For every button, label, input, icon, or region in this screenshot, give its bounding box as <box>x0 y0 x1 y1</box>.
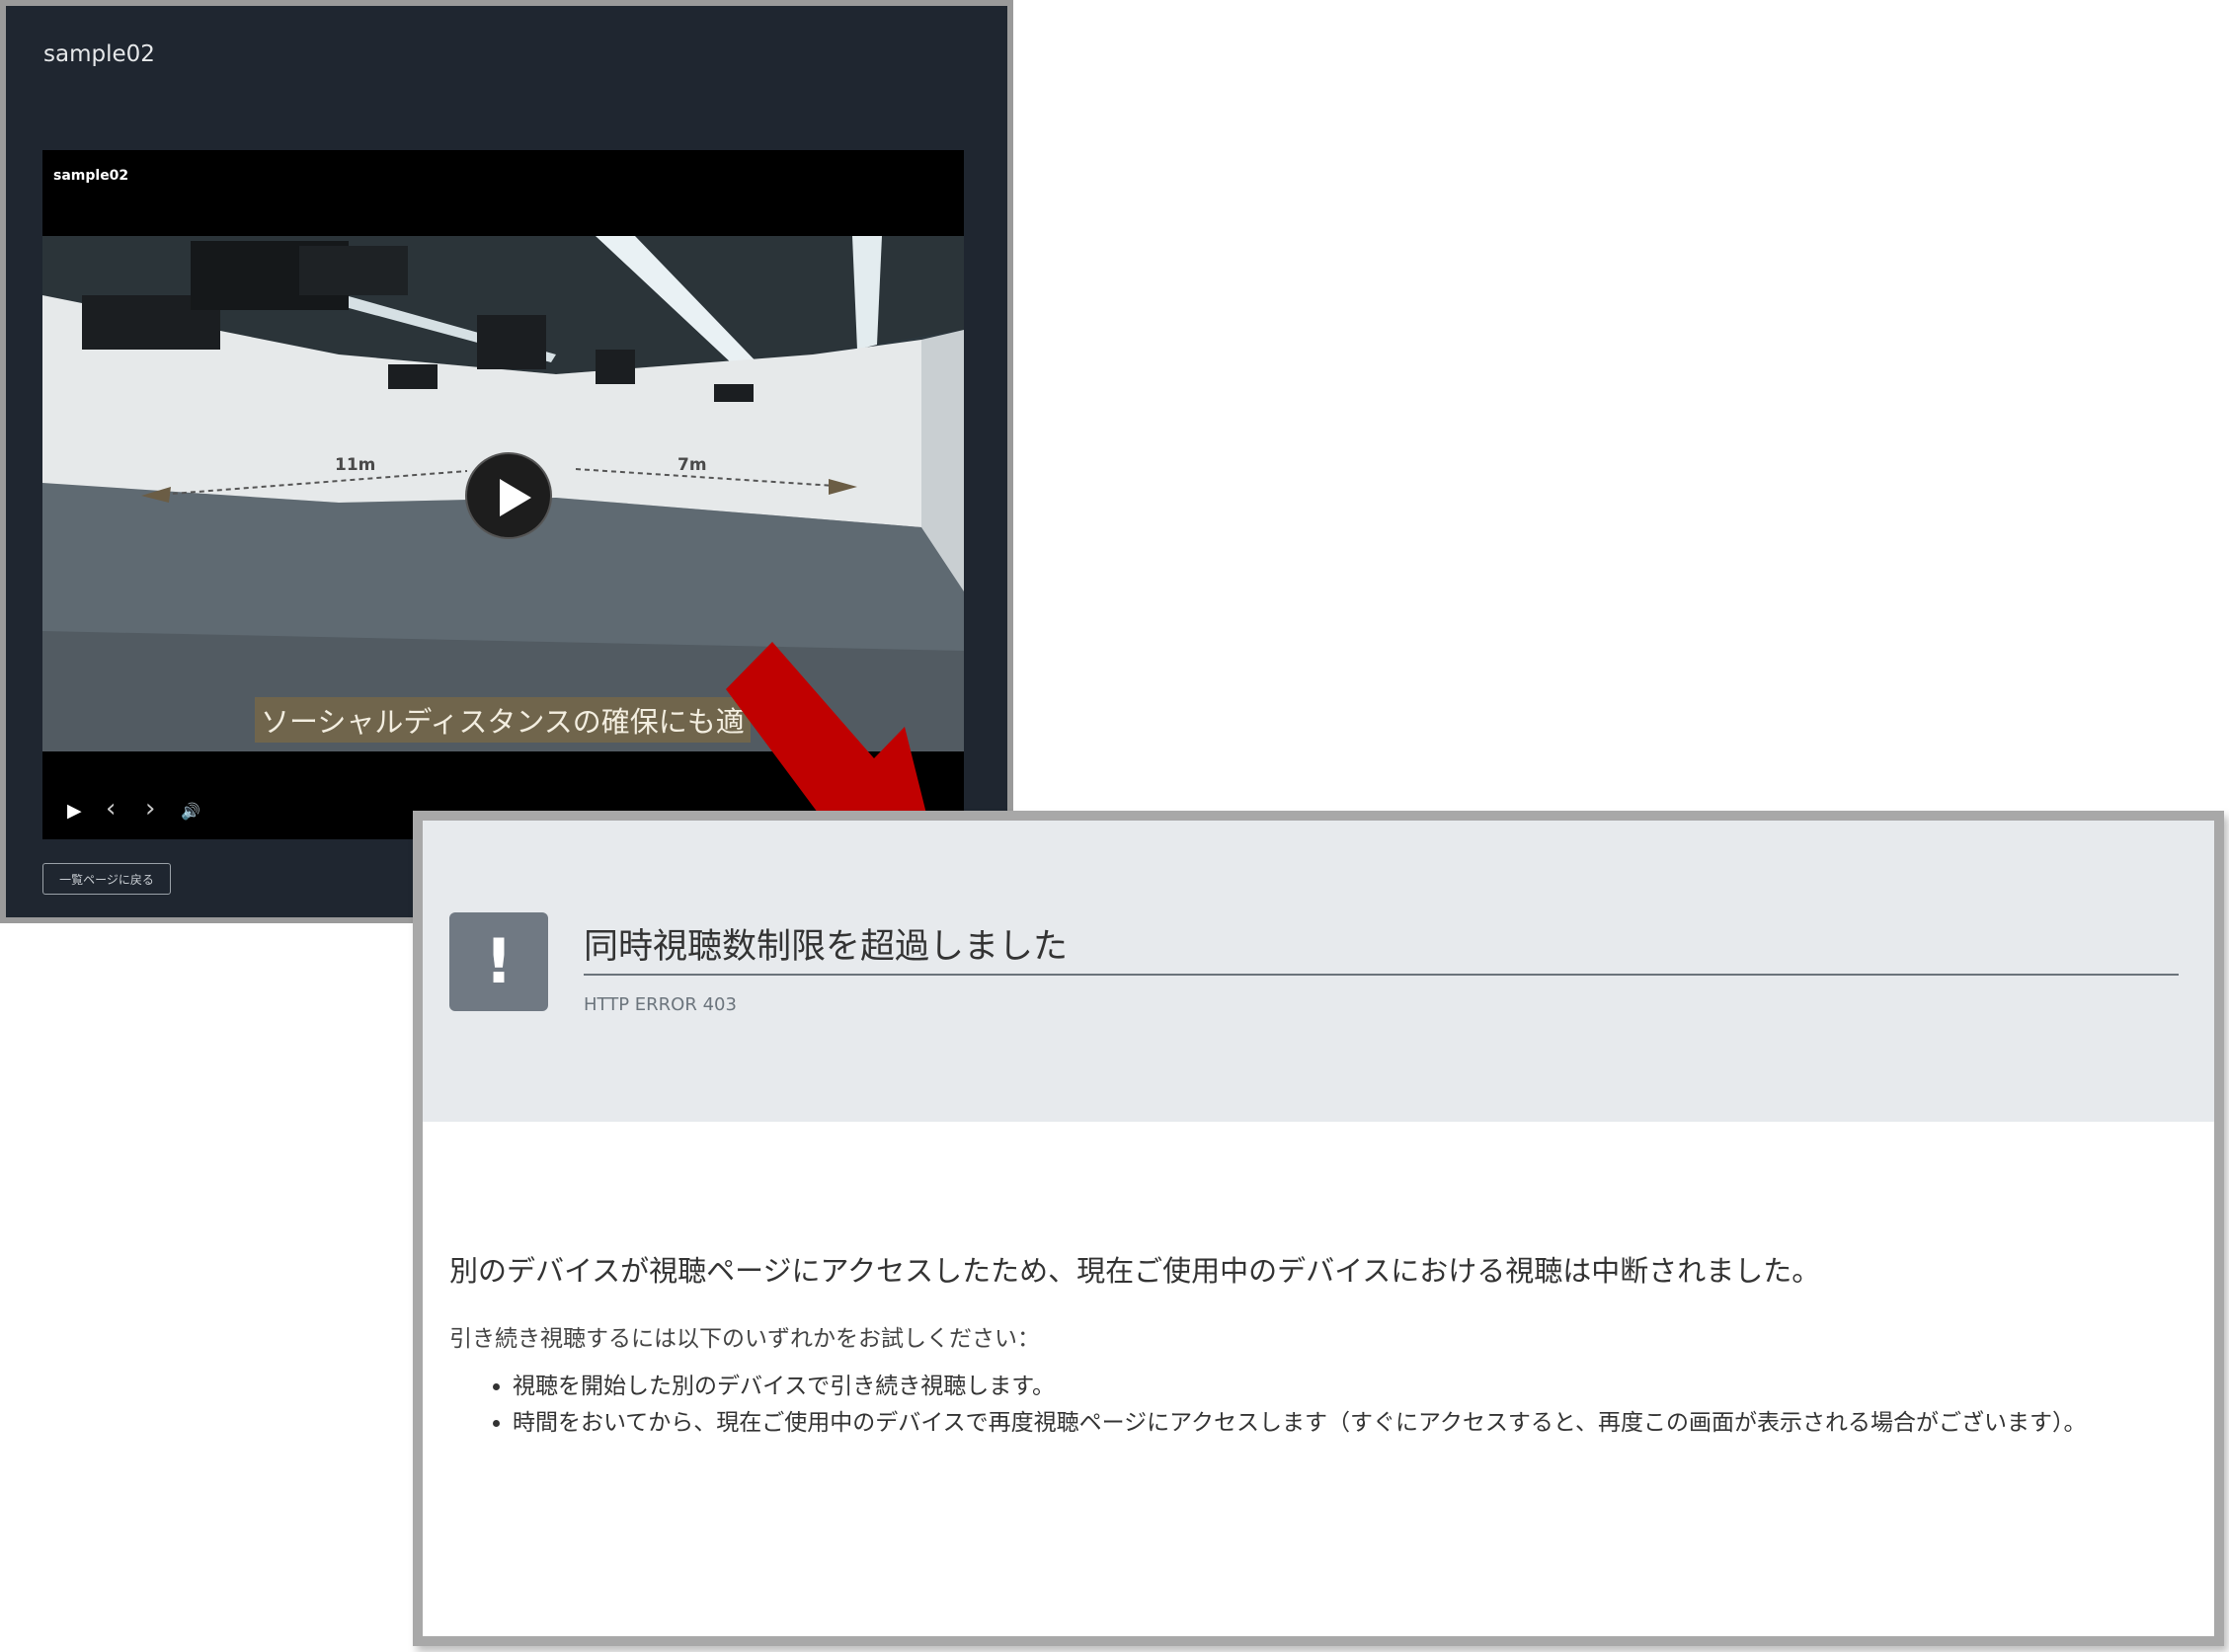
divider <box>584 974 2179 976</box>
error-code: HTTP ERROR 403 <box>584 994 737 1015</box>
page-title: sample02 <box>43 41 155 67</box>
video-title: sample02 <box>53 168 129 184</box>
error-header: ! 同時視聴数制限を超過しました HTTP ERROR 403 <box>423 821 2214 1122</box>
video-subtitle: ソーシャルディスタンスの確保にも適 <box>255 697 751 743</box>
dimension-label-right: 7m <box>677 455 707 475</box>
dimension-label-left: 11m <box>335 455 376 475</box>
exclamation-icon: ! <box>449 912 548 1011</box>
next-icon[interactable]: › <box>145 794 155 824</box>
error-instruction: 引き続き視聴するには以下のいずれかをお試しください： <box>449 1326 1040 1352</box>
list-item: 時間をおいてから、現在ご使用中のデバイスで再度視聴ページにアクセスします（すぐに… <box>513 1405 2221 1442</box>
play-overlay-button[interactable] <box>465 452 552 539</box>
volume-icon[interactable]: 🔊 <box>181 802 200 821</box>
list-item: 視聴を開始した別のデバイスで引き続き視聴します。 <box>513 1369 2221 1405</box>
error-window: ! 同時視聴数制限を超過しました HTTP ERROR 403 別のデバイスが視… <box>413 811 2224 1646</box>
error-title: 同時視聴数制限を超過しました <box>584 927 1069 967</box>
options-list: 視聴を開始した別のデバイスで引き続き視聴します。 時間をおいてから、現在ご使用中… <box>449 1369 2221 1442</box>
back-to-list-button[interactable]: 一覧ページに戻る <box>42 863 171 895</box>
play-icon[interactable]: ▶ <box>67 800 82 822</box>
previous-icon[interactable]: ‹ <box>106 794 116 824</box>
error-message: 別のデバイスが視聴ページにアクセスしたため、現在ご使用中のデバイスにおける視聴は… <box>449 1254 1821 1288</box>
